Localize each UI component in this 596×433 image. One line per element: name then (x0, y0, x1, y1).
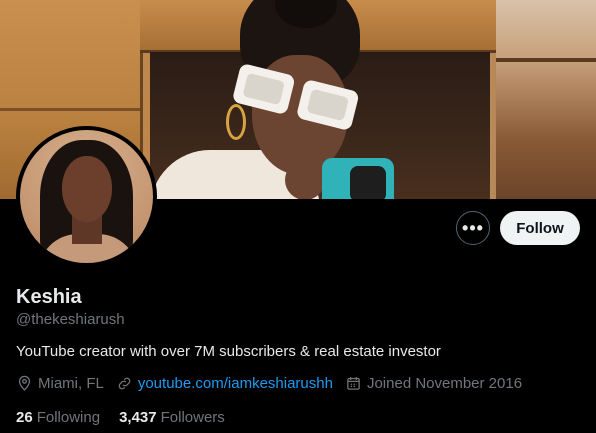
banner-phone (322, 158, 394, 199)
profile-bio: YouTube creator with over 7M subscribers… (16, 343, 441, 360)
profile-joined: Joined November 2016 (345, 375, 522, 392)
joined-text: Joined November 2016 (366, 375, 523, 392)
profile-meta: Miami, FL youtube.com/iamkeshiarushh Joi… (16, 375, 534, 392)
followers-label: Followers (160, 409, 225, 426)
banner-wall (496, 0, 596, 199)
banner-earring (226, 104, 246, 140)
profile-location: Miami, FL (16, 375, 104, 392)
profile-website[interactable]: youtube.com/iamkeshiarushh (116, 375, 333, 392)
profile-stats: 26 Following 3,437 Followers (16, 409, 244, 426)
following-label: Following (36, 409, 101, 426)
location-pin-icon (18, 375, 31, 391)
follow-button[interactable]: Follow (500, 211, 580, 245)
profile-name: Keshia (16, 286, 82, 308)
more-icon: ••• (462, 218, 484, 238)
link-icon (118, 377, 131, 390)
following-count: 26 (16, 409, 33, 426)
profile-avatar[interactable] (16, 126, 157, 267)
more-options-button[interactable]: ••• (456, 211, 490, 245)
followers-count: 3,437 (119, 409, 157, 426)
followers-stat[interactable]: 3,437 Followers (119, 409, 225, 426)
following-stat[interactable]: 26 Following (16, 409, 100, 426)
profile-handle: @thekeshiarush (16, 311, 125, 328)
location-text: Miami, FL (38, 375, 104, 392)
banner-person-shoulder (285, 160, 325, 199)
calendar-icon (347, 377, 360, 390)
website-link[interactable]: youtube.com/iamkeshiarushh (138, 375, 333, 392)
